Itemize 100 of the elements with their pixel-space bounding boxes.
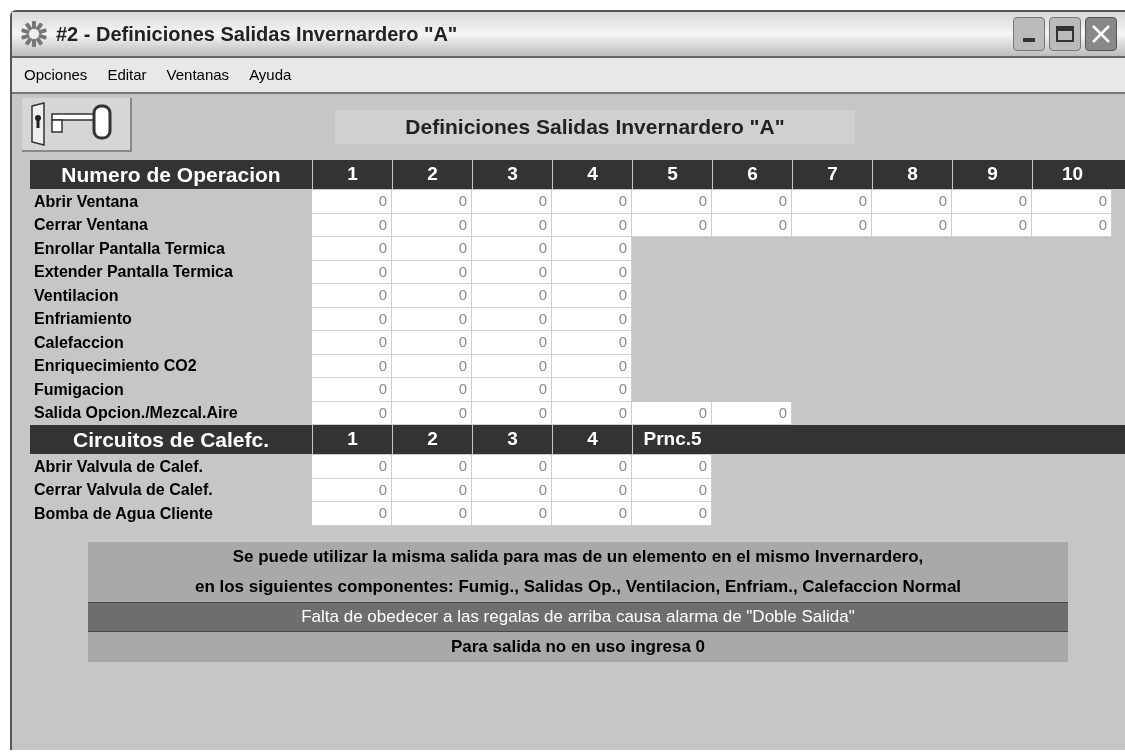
value-field[interactable]: 0 <box>472 331 552 355</box>
value-field[interactable]: 0 <box>472 237 552 261</box>
value-field[interactable]: 0 <box>552 378 632 402</box>
value-field[interactable]: 0 <box>312 478 392 502</box>
value-field[interactable]: 0 <box>632 401 712 425</box>
menu-item[interactable]: Ventanas <box>166 63 230 87</box>
value-field[interactable]: 0 <box>392 190 472 214</box>
column-header: 10 <box>1032 160 1112 189</box>
row-label: Calefaccion <box>33 332 125 353</box>
value-field[interactable]: 0 <box>552 401 632 425</box>
menu-item[interactable]: Editar <box>107 63 147 87</box>
info-note: Se puede utilizar la misma salida para mas de un elemento en el mismo Invernardero, <box>88 541 1068 572</box>
value-field[interactable]: 0 <box>472 478 552 502</box>
value-field[interactable]: 0 <box>712 213 792 237</box>
column-header: 2 <box>392 160 472 189</box>
value-field[interactable]: 0 <box>392 307 472 331</box>
value-field[interactable]: 0 <box>312 354 392 378</box>
warning-note: Falta de obedecer a las regalas de arriba causa alarma de "Doble Salida" <box>88 601 1068 632</box>
value-field[interactable]: 0 <box>552 307 632 331</box>
minimize-button[interactable] <box>1013 17 1045 51</box>
value-field[interactable]: 0 <box>872 190 952 214</box>
menu-item[interactable]: Opciones <box>24 63 88 87</box>
value-field[interactable]: 0 <box>552 478 632 502</box>
row-label: Enriquecimiento CO2 <box>33 356 198 377</box>
window-title: #2 - Definiciones Salidas Invernardero "A" <box>56 22 459 47</box>
value-field[interactable]: 0 <box>472 213 552 237</box>
close-button[interactable] <box>1085 17 1117 51</box>
value-field[interactable]: 0 <box>632 502 712 526</box>
value-field[interactable]: 0 <box>312 455 392 479</box>
value-field[interactable]: 0 <box>472 284 552 308</box>
value-field[interactable]: 0 <box>552 455 632 479</box>
value-field[interactable]: 0 <box>312 237 392 261</box>
value-field[interactable]: 0 <box>472 190 552 214</box>
value-field[interactable]: 0 <box>792 190 872 214</box>
banner: Definiciones Salidas Invernardero "A" <box>335 110 855 144</box>
value-field[interactable]: 0 <box>392 478 472 502</box>
value-field[interactable]: 0 <box>472 401 552 425</box>
value-field[interactable]: 0 <box>712 401 792 425</box>
column-header: 5 <box>632 160 712 189</box>
value-field[interactable]: 0 <box>552 284 632 308</box>
value-field[interactable]: 0 <box>392 378 472 402</box>
value-field[interactable]: 0 <box>392 354 472 378</box>
value-field[interactable]: 0 <box>312 190 392 214</box>
value-field[interactable]: 0 <box>792 213 872 237</box>
value-field[interactable]: 0 <box>312 502 392 526</box>
value-field[interactable]: 0 <box>872 213 952 237</box>
row-label: Enfriamiento <box>33 309 133 330</box>
value-field[interactable]: 0 <box>632 455 712 479</box>
column-header: 4 <box>552 160 632 189</box>
value-field[interactable]: 0 <box>552 502 632 526</box>
value-field[interactable]: 0 <box>552 190 632 214</box>
value-field[interactable]: 0 <box>312 378 392 402</box>
value-field[interactable]: 0 <box>952 190 1032 214</box>
value-field[interactable]: 0 <box>392 213 472 237</box>
value-field[interactable]: 0 <box>472 260 552 284</box>
value-field[interactable]: 0 <box>392 401 472 425</box>
value-field[interactable]: 0 <box>472 354 552 378</box>
value-field[interactable]: 0 <box>552 331 632 355</box>
column-header: 1 <box>312 160 392 189</box>
value-field[interactable]: 0 <box>1032 213 1112 237</box>
value-field[interactable]: 0 <box>392 260 472 284</box>
row-label: Cerrar Ventana <box>33 215 149 236</box>
value-field[interactable]: 0 <box>312 284 392 308</box>
value-field[interactable]: 0 <box>392 284 472 308</box>
value-field[interactable]: 0 <box>552 354 632 378</box>
value-field[interactable]: 0 <box>312 213 392 237</box>
row-label: Ventilacion <box>33 285 120 306</box>
column-header: 2 <box>392 425 472 454</box>
value-field[interactable]: 0 <box>392 237 472 261</box>
value-field[interactable]: 0 <box>952 213 1032 237</box>
row-label: Fumigacion <box>33 379 125 400</box>
value-field[interactable]: 0 <box>312 260 392 284</box>
maximize-button[interactable] <box>1049 17 1081 51</box>
value-field[interactable]: 0 <box>312 401 392 425</box>
column-header: 7 <box>792 160 872 189</box>
value-field[interactable]: 0 <box>712 190 792 214</box>
value-field[interactable]: 0 <box>632 478 712 502</box>
column-header: 3 <box>472 160 552 189</box>
value-field[interactable]: 0 <box>472 307 552 331</box>
value-field[interactable]: 0 <box>552 213 632 237</box>
menu-item[interactable]: Ayuda <box>249 63 292 87</box>
value-field[interactable]: 0 <box>312 307 392 331</box>
value-field[interactable]: 0 <box>472 455 552 479</box>
value-field[interactable]: 0 <box>392 455 472 479</box>
value-field[interactable]: 0 <box>552 260 632 284</box>
value-field[interactable]: 0 <box>632 213 712 237</box>
value-field[interactable]: 0 <box>472 502 552 526</box>
value-field[interactable]: 0 <box>312 331 392 355</box>
row-label: Extender Pantalla Termica <box>33 262 234 283</box>
column-header: 4 <box>552 425 632 454</box>
value-field[interactable]: 0 <box>392 502 472 526</box>
value-field[interactable]: 0 <box>472 378 552 402</box>
row-label: Cerrar Valvula de Calef. <box>33 480 214 501</box>
value-field[interactable]: 0 <box>632 190 712 214</box>
row-label: Enrollar Pantalla Termica <box>33 238 226 259</box>
value-field[interactable]: 0 <box>392 331 472 355</box>
key-button[interactable] <box>22 98 132 152</box>
info-note: en los siguientes componentes: Fumig., Salidas Op., Ventilacion, Enfriam., Calefaccion Normal <box>88 571 1068 602</box>
value-field[interactable]: 0 <box>1032 190 1112 214</box>
value-field[interactable]: 0 <box>552 237 632 261</box>
